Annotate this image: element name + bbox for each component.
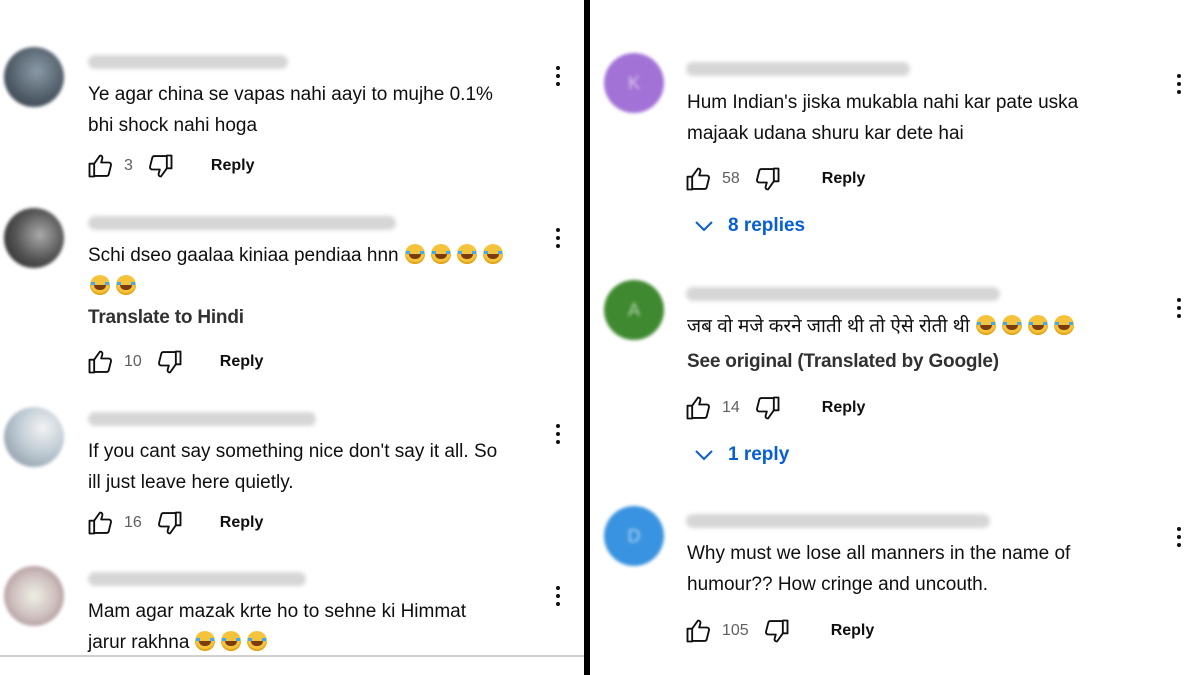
reply-button[interactable]: Reply (822, 399, 866, 417)
avatar[interactable] (4, 208, 64, 268)
dislike-icon[interactable] (754, 394, 782, 422)
avatar[interactable] (4, 47, 64, 107)
username-blurred[interactable] (88, 216, 396, 230)
like-count: 16 (124, 514, 142, 531)
like-icon[interactable] (86, 152, 114, 180)
comment-actions: 16 Reply (86, 507, 263, 539)
reply-button[interactable]: Reply (822, 170, 866, 188)
comment-actions: 10 Reply (86, 346, 263, 378)
bottom-divider-line (0, 655, 584, 657)
reply-button[interactable]: Reply (220, 353, 264, 371)
avatar[interactable]: D (604, 506, 664, 566)
comment-text: Why must we lose all manners in the name… (687, 543, 1071, 595)
comment-actions: 58 Reply (684, 163, 865, 195)
like-count: 14 (722, 399, 740, 416)
like-icon[interactable] (684, 617, 712, 645)
more-actions-icon[interactable] (555, 228, 561, 252)
comment-text: Hum Indian's jiska mukabla nahi kar pate… (687, 92, 1079, 144)
dislike-icon[interactable] (156, 509, 184, 537)
like-count: 10 (124, 353, 142, 370)
reply-button[interactable]: Reply (211, 157, 255, 175)
dislike-icon[interactable] (147, 152, 175, 180)
see-original-link[interactable]: See original (Translated by Google) (687, 351, 999, 373)
comment-actions: 14 Reply (684, 392, 865, 424)
like-icon[interactable] (86, 348, 114, 376)
like-icon[interactable] (86, 509, 114, 537)
laughing-emoji-icon (189, 631, 268, 653)
laughing-emoji-icon (88, 275, 136, 297)
username-blurred[interactable] (686, 287, 1000, 301)
view-replies-button[interactable]: 8 replies (694, 215, 805, 237)
laughing-emoji-icon (399, 244, 503, 266)
left-comment-panel: Ye agar china se vapas nahi aayi to mujh… (0, 0, 584, 675)
more-actions-icon[interactable] (1176, 527, 1182, 551)
avatar[interactable]: A (604, 280, 664, 340)
avatar[interactable]: K (604, 53, 664, 113)
username-blurred[interactable] (88, 55, 288, 69)
view-replies-button[interactable]: 1 reply (694, 444, 789, 466)
like-icon[interactable] (684, 394, 712, 422)
chevron-down-icon (695, 450, 713, 461)
right-comment-panel: K Hum Indian's jiska mukabla nahi kar pa… (590, 0, 1200, 675)
more-actions-icon[interactable] (1176, 74, 1182, 98)
avatar[interactable] (4, 566, 64, 626)
dislike-icon[interactable] (763, 617, 791, 645)
avatar[interactable] (4, 407, 64, 467)
reply-button[interactable]: Reply (220, 514, 264, 532)
comment-text: Schi dseo gaalaa kiniaa pendiaa hnn (88, 240, 503, 302)
like-count: 58 (722, 170, 740, 187)
more-actions-icon[interactable] (555, 66, 561, 90)
like-count: 3 (124, 157, 133, 174)
comment-text: Ye agar china se vapas nahi aayi to mujh… (88, 84, 493, 136)
translate-link[interactable]: Translate to Hindi (88, 307, 244, 329)
dislike-icon[interactable] (754, 165, 782, 193)
dislike-icon[interactable] (156, 348, 184, 376)
more-actions-icon[interactable] (555, 424, 561, 448)
comment-text: If you cant say something nice don't say… (88, 441, 498, 493)
like-count: 105 (722, 622, 749, 639)
comment-actions: 3 Reply (86, 150, 254, 182)
username-blurred[interactable] (88, 572, 306, 586)
like-icon[interactable] (684, 165, 712, 193)
username-blurred[interactable] (686, 514, 990, 528)
comment-text: Mam agar mazak krte ho to sehne ki Himma… (88, 601, 467, 653)
more-actions-icon[interactable] (555, 586, 561, 610)
username-blurred[interactable] (686, 62, 910, 76)
reply-button[interactable]: Reply (831, 622, 875, 640)
laughing-emoji-icon (970, 315, 1074, 337)
chevron-down-icon (695, 221, 713, 232)
more-actions-icon[interactable] (1176, 298, 1182, 322)
comment-actions: 105 Reply (684, 615, 874, 647)
comment-text: जब वो मजे करने जाती थी तो ऐसे रोती थी (687, 311, 1074, 342)
username-blurred[interactable] (88, 412, 316, 426)
